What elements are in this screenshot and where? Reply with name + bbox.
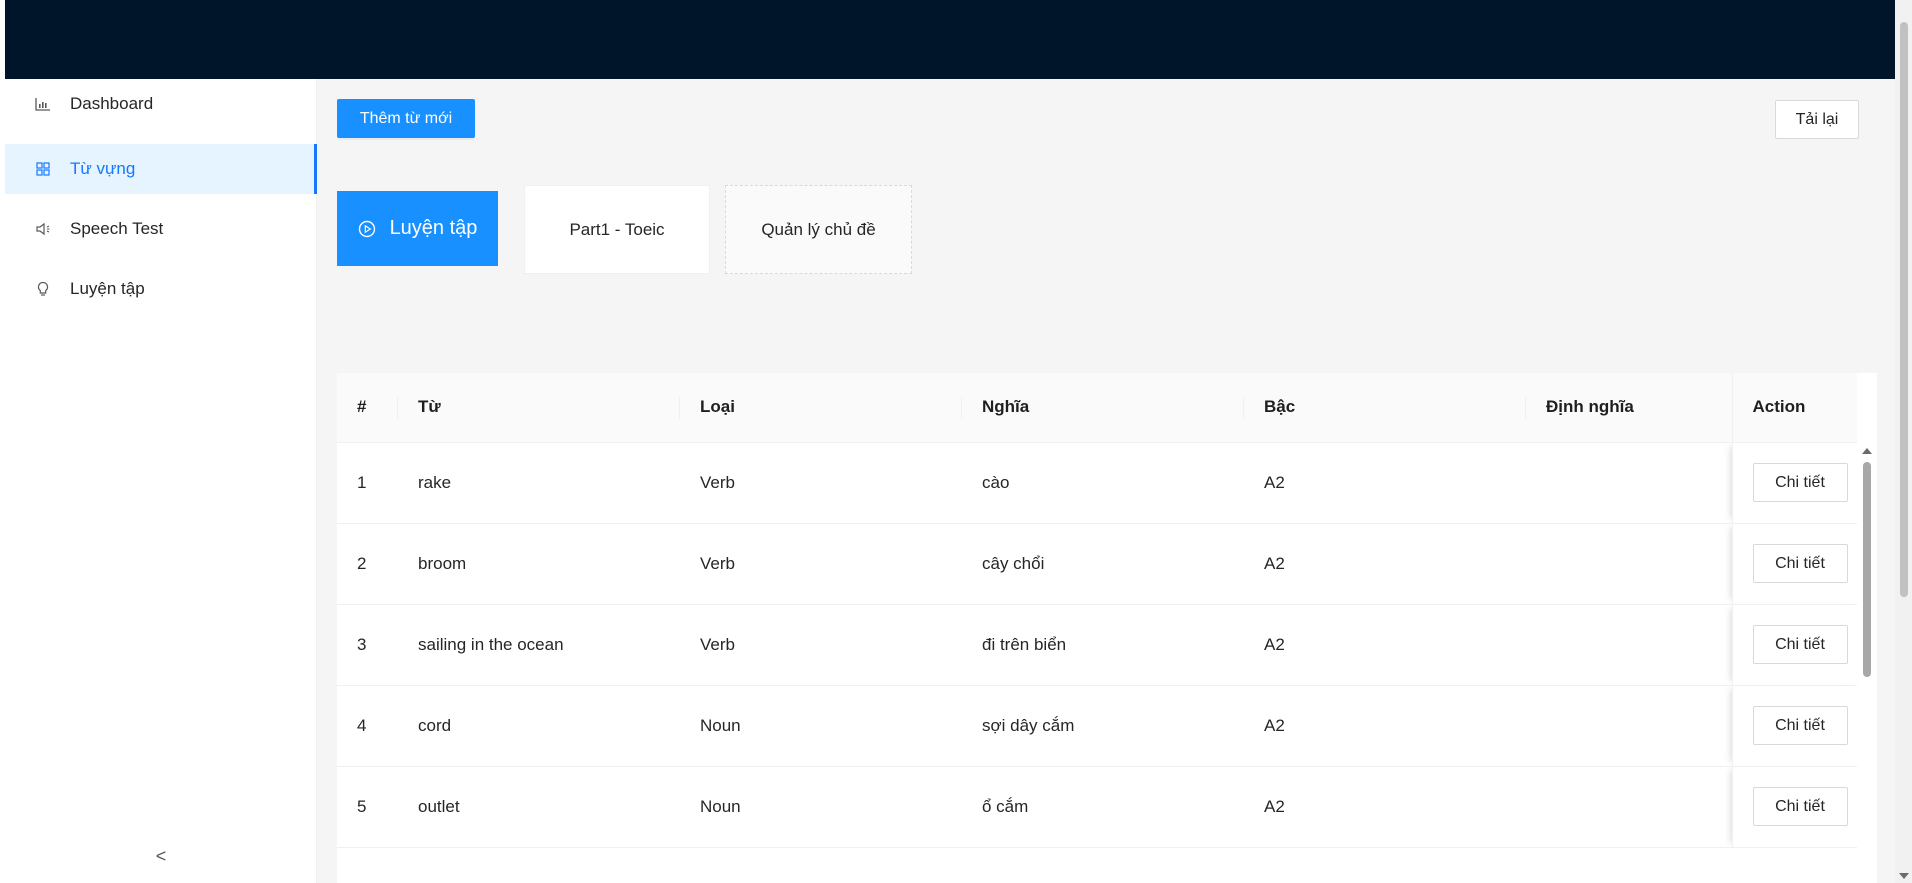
cell-definition xyxy=(1526,685,1732,767)
sidebar-item-label: Dashboard xyxy=(70,94,154,113)
sidebar-item-label: Luyện tập xyxy=(70,279,145,298)
sidebar-item-speech-test[interactable]: Speech Test xyxy=(5,204,317,254)
detail-button[interactable]: Chi tiết xyxy=(1752,706,1848,745)
cell-index: 5 xyxy=(337,766,398,848)
cell-word: sailing in the ocean xyxy=(398,604,680,686)
column-header-definition: Định nghĩa xyxy=(1526,373,1732,443)
play-circle-icon xyxy=(358,220,376,238)
cell-word: cord xyxy=(398,685,680,767)
cell-level: A2 xyxy=(1244,766,1526,848)
practice-card[interactable]: Luyện tập xyxy=(337,191,498,266)
page-scrollbar[interactable] xyxy=(1895,0,1912,883)
column-header-word: Từ xyxy=(398,373,680,443)
detail-button[interactable]: Chi tiết xyxy=(1752,787,1848,826)
add-word-button[interactable]: Thêm từ mới xyxy=(337,99,475,138)
column-header-level: Bậc xyxy=(1244,373,1526,443)
table-row: 4 cord Noun sợi dây cắm A2 Chi tiết xyxy=(337,685,1857,767)
cell-index: 1 xyxy=(337,442,398,524)
table-scrollbar-thumb[interactable] xyxy=(1863,462,1871,677)
column-header-type: Loại xyxy=(680,373,962,443)
page-scrollbar-thumb[interactable] xyxy=(1900,22,1908,597)
table-row: 2 broom Verb cây chổi A2 Chi tiết xyxy=(337,523,1857,605)
chevron-left-icon: < xyxy=(155,845,167,866)
scroll-down-arrow-icon[interactable] xyxy=(1899,873,1909,879)
cell-action: Chi tiết xyxy=(1731,604,1857,686)
cell-action: Chi tiết xyxy=(1731,685,1857,767)
cell-definition xyxy=(1526,766,1732,848)
reload-button[interactable]: Tải lại xyxy=(1775,100,1859,139)
cell-type: Verb xyxy=(680,604,962,686)
cell-index: 3 xyxy=(337,604,398,686)
cell-definition xyxy=(1526,604,1732,686)
main-content: Thêm từ mới Tải lại Luyện tập Part1 - To… xyxy=(317,79,1895,883)
sidebar-collapse-button[interactable]: < xyxy=(5,839,317,873)
table-scrollbar[interactable] xyxy=(1857,442,1877,883)
manage-topics-label: Quản lý chủ đề xyxy=(761,219,876,239)
cell-word: outlet xyxy=(398,766,680,848)
cell-type: Verb xyxy=(680,523,962,605)
detail-button[interactable]: Chi tiết xyxy=(1752,625,1848,664)
column-header-index: # xyxy=(337,373,398,443)
cell-meaning: cào xyxy=(962,442,1244,524)
sound-icon xyxy=(35,221,51,237)
sidebar-item-practice[interactable]: Luyện tập xyxy=(5,264,317,314)
vocabulary-table: # Từ Loại Nghĩa Bậc Định nghĩa Action 1 … xyxy=(337,373,1877,883)
cell-definition xyxy=(1526,442,1732,524)
detail-button[interactable]: Chi tiết xyxy=(1752,463,1848,502)
sidebar: Dashboard Từ vựng Speech Test Luyện tập … xyxy=(5,79,317,883)
cell-index: 4 xyxy=(337,685,398,767)
sidebar-item-label: Speech Test xyxy=(70,219,164,238)
detail-button[interactable]: Chi tiết xyxy=(1752,544,1848,583)
cell-meaning: cây chổi xyxy=(962,523,1244,605)
table-row: 1 rake Verb cào A2 Chi tiết xyxy=(337,442,1857,524)
sidebar-item-label: Từ vựng xyxy=(70,159,136,178)
cell-meaning: sợi dây cắm xyxy=(962,685,1244,767)
cell-index: 2 xyxy=(337,523,398,605)
practice-card-label: Luyện tập xyxy=(389,217,478,239)
cell-action: Chi tiết xyxy=(1731,523,1857,605)
cell-action: Chi tiết xyxy=(1731,766,1857,848)
table-row: 5 outlet Noun ổ cắm A2 Chi tiết xyxy=(337,766,1857,848)
cell-type: Noun xyxy=(680,685,962,767)
scroll-up-arrow-icon[interactable] xyxy=(1862,448,1872,454)
sidebar-item-dashboard[interactable]: Dashboard xyxy=(5,79,317,129)
manage-topics-card[interactable]: Quản lý chủ đề xyxy=(725,185,912,274)
cell-action: Chi tiết xyxy=(1731,442,1857,524)
cell-word: rake xyxy=(398,442,680,524)
table-row: 3 sailing in the ocean Verb đi trên biển… xyxy=(337,604,1857,686)
topic-card-label: Part1 - Toeic xyxy=(569,219,665,239)
bar-chart-icon xyxy=(35,96,51,112)
appstore-icon xyxy=(35,161,51,177)
column-header-meaning: Nghĩa xyxy=(962,373,1244,443)
cell-meaning: đi trên biển xyxy=(962,604,1244,686)
table-header-row: # Từ Loại Nghĩa Bậc Định nghĩa Action xyxy=(337,373,1857,443)
cell-level: A2 xyxy=(1244,685,1526,767)
cell-level: A2 xyxy=(1244,604,1526,686)
topic-card-part1-toeic[interactable]: Part1 - Toeic xyxy=(524,185,710,274)
bulb-icon xyxy=(35,281,51,297)
cell-word: broom xyxy=(398,523,680,605)
cell-type: Verb xyxy=(680,442,962,524)
app-window: Dashboard Từ vựng Speech Test Luyện tập … xyxy=(0,0,1912,883)
cell-definition xyxy=(1526,523,1732,605)
sidebar-item-vocabulary[interactable]: Từ vựng xyxy=(5,144,317,194)
cell-level: A2 xyxy=(1244,523,1526,605)
column-header-action: Action xyxy=(1731,373,1857,443)
cell-type: Noun xyxy=(680,766,962,848)
cell-meaning: ổ cắm xyxy=(962,766,1244,848)
top-header xyxy=(5,0,1895,79)
cell-level: A2 xyxy=(1244,442,1526,524)
